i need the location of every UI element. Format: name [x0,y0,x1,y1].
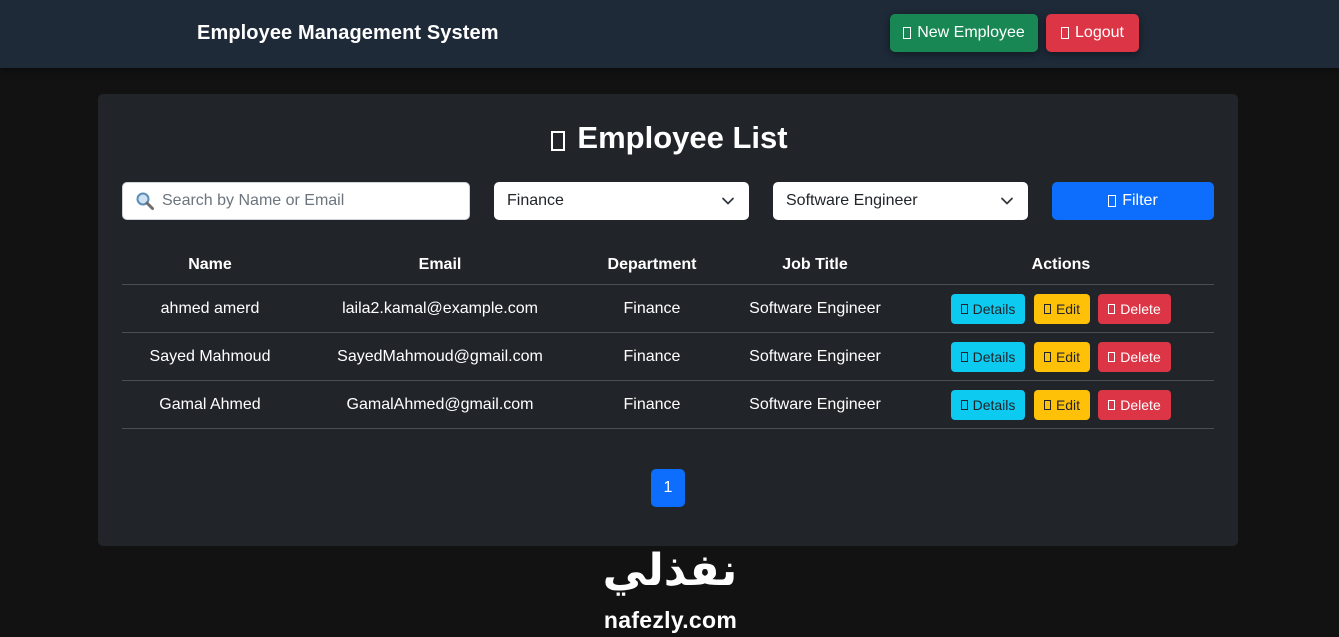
delete-button[interactable]: Delete [1098,390,1171,420]
watermark-logo-arabic: نفذلي [602,545,738,596]
cell-department: Finance [623,299,681,317]
new-employee-button[interactable]: New Employee [890,14,1038,52]
table-row: Gamal Ahmed GamalAhmed@gmail.com Finance… [122,381,1214,429]
header-email: Email [418,256,462,273]
table-header-row: Name Email Department Job Title Actions [122,246,1214,285]
trash-icon [1108,304,1116,314]
info-icon [960,352,968,362]
cell-email: SayedMahmoud@gmail.com [337,347,543,365]
logout-icon [1061,27,1070,39]
add-user-icon [903,27,912,39]
cell-name: ahmed amerd [160,299,260,317]
search-input[interactable] [162,192,452,210]
cell-name: Sayed Mahmoud [149,347,271,365]
edit-label: Edit [1055,397,1081,413]
trash-icon [1108,400,1116,410]
edit-label: Edit [1055,301,1081,317]
job-title-selected-value: Software Engineer [786,192,918,209]
header-department: Department [607,256,697,273]
page-title-row: Employee List [0,120,1339,156]
header-actions: Actions [1031,256,1091,273]
logout-label: Logout [1075,24,1124,41]
filter-icon [1108,195,1117,207]
delete-label: Delete [1120,301,1161,317]
details-label: Details [972,397,1016,413]
pencil-icon [1043,400,1051,410]
search-icon [136,192,154,210]
delete-label: Delete [1120,349,1161,365]
logout-button[interactable]: Logout [1046,14,1139,52]
cell-email: GamalAhmed@gmail.com [346,395,534,413]
table-row: Sayed Mahmoud SayedMahmoud@gmail.com Fin… [122,333,1214,381]
delete-button[interactable]: Delete [1098,294,1171,324]
page-title: Employee List [577,120,788,155]
brand-title[interactable]: Employee Management System [197,22,499,45]
chevron-down-icon [722,197,734,205]
cell-job-title: Software Engineer [749,299,881,317]
details-label: Details [972,301,1016,317]
table-row: ahmed amerd laila2.kamal@example.com Fin… [122,285,1214,333]
cell-department: Finance [623,347,681,365]
info-icon [960,304,968,314]
delete-button[interactable]: Delete [1098,342,1171,372]
cell-job-title: Software Engineer [749,347,881,365]
search-field[interactable] [122,182,470,220]
cell-name: Gamal Ahmed [159,395,261,413]
cell-email: laila2.kamal@example.com [342,299,538,317]
delete-label: Delete [1120,397,1161,413]
pencil-icon [1043,352,1051,362]
edit-button[interactable]: Edit [1034,390,1090,420]
employee-table: Name Email Department Job Title Actions … [122,246,1214,429]
cell-job-title: Software Engineer [749,395,881,413]
details-button[interactable]: Details [951,390,1025,420]
info-icon [960,400,968,410]
details-button[interactable]: Details [951,294,1025,324]
filter-button[interactable]: Filter [1052,182,1214,220]
header-name: Name [188,256,232,273]
filter-label: Filter [1122,192,1158,209]
watermark-logo-url: nafezly.com [603,607,738,633]
details-button[interactable]: Details [951,342,1025,372]
cell-department: Finance [623,395,681,413]
department-select[interactable]: Finance [494,182,749,220]
pencil-icon [1043,304,1051,314]
edit-label: Edit [1055,349,1081,365]
header-job-title: Job Title [782,256,848,273]
edit-button[interactable]: Edit [1034,342,1090,372]
chevron-down-icon [1001,197,1013,205]
details-label: Details [972,349,1016,365]
trash-icon [1108,352,1116,362]
job-title-select[interactable]: Software Engineer [773,182,1028,220]
new-employee-label: New Employee [917,24,1025,41]
users-icon [551,131,566,151]
pagination-page-button[interactable]: 1 [651,469,685,507]
department-selected-value: Finance [507,192,564,209]
edit-button[interactable]: Edit [1034,294,1090,324]
top-navbar: Employee Management System New Employee … [0,0,1339,68]
